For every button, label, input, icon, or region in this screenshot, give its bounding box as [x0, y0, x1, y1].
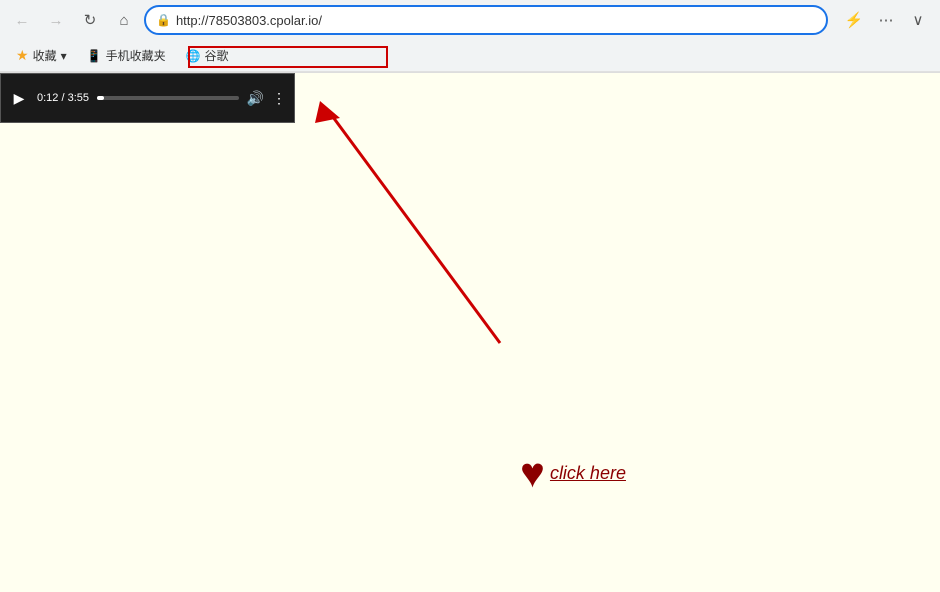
progress-fill: [97, 96, 104, 100]
globe-icon: 🌐: [186, 49, 201, 63]
lightning-button[interactable]: ⚡: [840, 6, 868, 34]
reload-icon: ↻: [84, 11, 97, 29]
chevron-button[interactable]: ∨: [904, 6, 932, 34]
browser-chrome: ← → ↻ ⌂ 🔒 ⚡ ⋯ ∨ ★: [0, 0, 940, 73]
time-display: 0:12 / 3:55: [37, 92, 89, 104]
star-icon: ★: [16, 47, 29, 64]
back-button[interactable]: ←: [8, 6, 36, 34]
bookmark-google[interactable]: 🌐 谷歌: [180, 45, 235, 66]
video-player: ▶ 0:12 / 3:55 🔊 ⋮: [0, 73, 295, 123]
mobile-label: 手机收藏夹: [106, 47, 166, 64]
mobile-icon: 📱: [87, 49, 102, 63]
home-icon: ⌂: [119, 12, 128, 29]
click-here-text[interactable]: click here: [550, 463, 626, 484]
bookmarks-bar: ★ 收藏 ▾ 📱 手机收藏夹 🌐 谷歌: [0, 40, 940, 72]
heart-icon: ♥: [520, 449, 545, 497]
forward-icon: →: [49, 12, 64, 29]
play-icon: ▶: [14, 90, 25, 107]
more-icon: ⋯: [879, 11, 894, 29]
page-content: ▶ 0:12 / 3:55 🔊 ⋮ ♥ click here: [0, 73, 940, 557]
forward-button[interactable]: →: [42, 6, 70, 34]
bookmark-collect[interactable]: ★ 收藏 ▾: [10, 45, 73, 66]
more-options-button[interactable]: ⋯: [872, 6, 900, 34]
home-button[interactable]: ⌂: [110, 6, 138, 34]
lock-icon: 🔒: [156, 13, 171, 27]
play-button[interactable]: ▶: [9, 88, 29, 108]
address-bar-container: 🔒: [144, 5, 828, 35]
toolbar-right: ⚡ ⋯ ∨: [840, 6, 932, 34]
volume-icon: 🔊: [247, 90, 264, 106]
lightning-icon: ⚡: [845, 11, 864, 29]
bookmark-mobile[interactable]: 📱 手机收藏夹: [81, 45, 172, 66]
video-more-button[interactable]: ⋮: [272, 90, 286, 107]
address-input[interactable]: [176, 13, 816, 28]
reload-button[interactable]: ↻: [76, 6, 104, 34]
video-more-icon: ⋮: [272, 90, 286, 106]
chevron-down-icon: ∨: [913, 11, 924, 29]
google-label: 谷歌: [205, 47, 229, 64]
click-here-area[interactable]: ♥ click here: [520, 449, 626, 497]
collect-arrow-icon: ▾: [61, 49, 67, 63]
nav-bar: ← → ↻ ⌂ 🔒 ⚡ ⋯ ∨: [0, 0, 940, 40]
progress-bar[interactable]: [97, 96, 239, 100]
url-box-overlay: [0, 73, 940, 557]
volume-button[interactable]: 🔊: [247, 90, 264, 107]
collect-label: 收藏: [33, 47, 57, 64]
back-icon: ←: [15, 12, 30, 29]
arrow-annotation: [200, 83, 520, 363]
